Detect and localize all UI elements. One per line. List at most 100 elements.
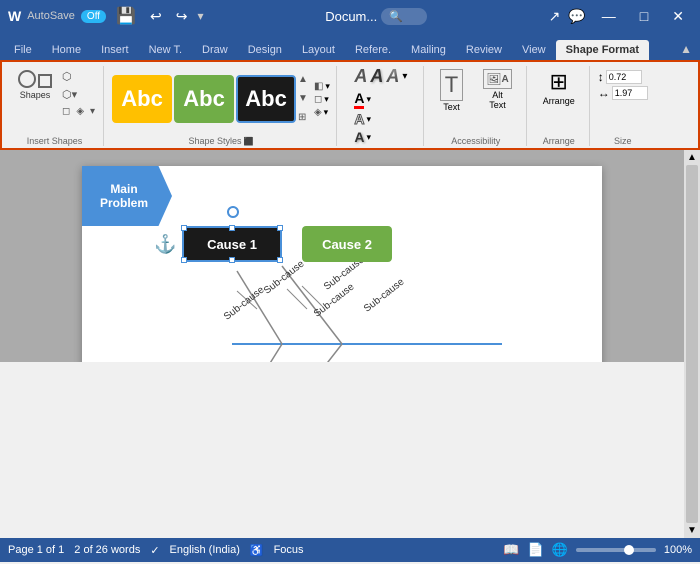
vertical-scrollbar[interactable]: ▲ ▼ bbox=[684, 150, 700, 538]
accessibility-icon[interactable]: ♿ bbox=[250, 544, 264, 557]
scroll-thumb[interactable] bbox=[686, 165, 698, 523]
shape-fill-btn[interactable]: ⬡▾ bbox=[60, 86, 97, 103]
shape-outline-dropdown[interactable]: ◻▾ bbox=[314, 94, 330, 105]
tab-home[interactable]: Home bbox=[42, 40, 91, 60]
shape-row: ◻ ◈ ▾ bbox=[60, 104, 97, 119]
arrange-icon: ⊞ bbox=[549, 69, 567, 95]
edit-shape-btn[interactable]: ⬡ bbox=[60, 68, 97, 85]
tab-insert[interactable]: Insert bbox=[91, 40, 139, 60]
alt-text-label: AltText bbox=[489, 90, 506, 110]
tab-view[interactable]: View bbox=[512, 40, 556, 60]
cause2-shape[interactable]: Cause 2 bbox=[302, 226, 392, 262]
shape-fill-outline: ◧▾ ◻▾ ◈▾ bbox=[314, 81, 330, 118]
page-indicator: Page 1 of 1 bbox=[8, 544, 64, 556]
wordart-style-2[interactable]: A bbox=[370, 66, 383, 87]
status-bar: Page 1 of 1 2 of 26 words ✓ English (Ind… bbox=[0, 538, 700, 562]
minimize-button[interactable]: — bbox=[594, 6, 624, 26]
focus-label[interactable]: Focus bbox=[274, 544, 304, 556]
tab-file[interactable]: File bbox=[4, 40, 42, 60]
word-count: 2 of 26 words bbox=[74, 544, 140, 556]
view-print-icon[interactable]: 📄 bbox=[527, 542, 543, 558]
tab-draw[interactable]: Draw bbox=[192, 40, 238, 60]
tab-design[interactable]: Design bbox=[238, 40, 292, 60]
shape-styles-content: Abc Abc Abc ▲ ▼ ⊞ ◧▾ ◻▾ ◈▾ bbox=[112, 66, 330, 132]
shape-style-green[interactable]: Abc bbox=[174, 75, 234, 123]
shape-fill-dropdown[interactable]: ◧▾ bbox=[314, 81, 330, 92]
arrange-content: ⊞ Arrange bbox=[535, 66, 583, 132]
shape-styles-expand[interactable]: ⬛ bbox=[244, 137, 254, 146]
shape-outline-btn[interactable]: ◻ bbox=[60, 104, 72, 119]
shape-effects-btn[interactable]: ◈ bbox=[74, 104, 86, 119]
proofing-icon[interactable]: ✓ bbox=[150, 544, 159, 557]
ribbon-collapse-icon[interactable]: ▲ bbox=[676, 38, 696, 60]
style-scroll: ▲ ▼ ⊞ bbox=[298, 75, 308, 123]
wordart-style-1[interactable]: A bbox=[354, 66, 367, 87]
wordart-style-3[interactable]: A bbox=[386, 66, 399, 87]
main-content: Sub-cause Sub-cause Sub-cause Sub-cause … bbox=[0, 150, 700, 538]
scroll-up-button[interactable]: ▲ bbox=[687, 152, 697, 163]
tab-newt[interactable]: New T. bbox=[139, 40, 192, 60]
handle-tl bbox=[181, 225, 187, 231]
scroll-down-arrow[interactable]: ▼ bbox=[298, 94, 308, 104]
wordart-row: A A A ▾ bbox=[354, 66, 407, 87]
arrange-button[interactable]: ⊞ Arrange bbox=[535, 66, 583, 109]
shapes-label: Shapes bbox=[20, 90, 51, 100]
zoom-thumb[interactable] bbox=[624, 545, 634, 555]
share-icon[interactable]: ↗ bbox=[549, 8, 561, 25]
text-effects-dropdown[interactable]: A▾ bbox=[354, 129, 371, 145]
text-button[interactable]: T Text bbox=[432, 66, 471, 115]
tab-shape-format[interactable]: Shape Format bbox=[556, 40, 649, 60]
close-button[interactable]: ✕ bbox=[664, 6, 692, 27]
ribbon-group-wordart: A A A ▾ A▾ A▾ A▾ WordArt Styles ⬛ bbox=[339, 66, 424, 146]
zoom-level[interactable]: 100% bbox=[664, 544, 692, 556]
width-icon: ↔ bbox=[598, 86, 610, 100]
size-label: Size bbox=[614, 134, 632, 146]
tab-review[interactable]: Review bbox=[456, 40, 512, 60]
shape-scroll-btn[interactable]: ▾ bbox=[88, 104, 97, 119]
cause1-shape[interactable]: Cause 1 bbox=[182, 226, 282, 262]
text-fill-dropdown[interactable]: A▾ bbox=[354, 90, 371, 109]
alt-text-button[interactable]: 🖼 A AltText bbox=[475, 66, 519, 113]
customize-qat[interactable]: ▾ bbox=[197, 9, 203, 23]
language-indicator[interactable]: English (India) bbox=[170, 544, 240, 556]
height-input[interactable] bbox=[606, 70, 642, 84]
view-read-icon[interactable]: 📖 bbox=[503, 542, 519, 558]
comments-icon[interactable]: 💬 bbox=[568, 8, 585, 25]
text-outline-dropdown[interactable]: A▾ bbox=[354, 111, 371, 127]
width-input-row: ↔ bbox=[598, 86, 648, 100]
scroll-up-arrow[interactable]: ▲ bbox=[298, 75, 308, 85]
main-problem-shape[interactable]: MainProblem bbox=[82, 166, 172, 226]
height-input-row: ↕ bbox=[598, 70, 642, 84]
autosave-toggle[interactable]: Off bbox=[81, 10, 106, 23]
zoom-slider[interactable] bbox=[576, 548, 656, 552]
search-box[interactable]: 🔍 bbox=[381, 8, 427, 25]
ribbon-group-accessibility: T Text 🖼 A AltText Accessibility bbox=[426, 66, 527, 146]
wordart-scroll[interactable]: ▾ bbox=[402, 71, 407, 82]
maximize-button[interactable]: □ bbox=[632, 6, 656, 26]
width-input[interactable] bbox=[612, 86, 648, 100]
undo-button[interactable]: ↩ bbox=[146, 8, 166, 25]
shape-style-yellow[interactable]: Abc bbox=[112, 75, 172, 123]
tab-references[interactable]: Refere. bbox=[345, 40, 401, 60]
accessibility-label: Accessibility bbox=[451, 134, 500, 146]
tab-layout[interactable]: Layout bbox=[292, 40, 345, 60]
title-bar-left: W AutoSave Off 💾 ↩ ↪ ▾ bbox=[8, 6, 204, 26]
rotate-handle[interactable] bbox=[227, 206, 239, 218]
save-button[interactable]: 💾 bbox=[112, 6, 140, 26]
scroll-down-button[interactable]: ▼ bbox=[687, 525, 697, 536]
shapes-button[interactable]: Shapes bbox=[12, 66, 58, 104]
wordart-format: A▾ A▾ A▾ bbox=[354, 90, 371, 145]
text-icon: T bbox=[440, 69, 463, 101]
title-bar: W AutoSave Off 💾 ↩ ↪ ▾ Docum... 🔍 ↗ 💬 — … bbox=[0, 0, 700, 32]
tab-mailings[interactable]: Mailing bbox=[401, 40, 456, 60]
arrange-label: Arrange bbox=[543, 96, 575, 106]
ribbon-group-size: ↕ ↔ Size bbox=[592, 66, 654, 146]
shape-effects-dropdown[interactable]: ◈▾ bbox=[314, 107, 330, 118]
title-bar-center: Docum... 🔍 bbox=[325, 8, 427, 25]
scroll-expand-arrow[interactable]: ⊞ bbox=[298, 113, 308, 123]
redo-button[interactable]: ↪ bbox=[172, 8, 192, 25]
shape-style-dark[interactable]: Abc bbox=[236, 75, 296, 123]
handle-bl bbox=[181, 257, 187, 263]
status-right: 📖 📄 🌐 100% bbox=[503, 542, 692, 558]
view-web-icon[interactable]: 🌐 bbox=[552, 542, 568, 558]
